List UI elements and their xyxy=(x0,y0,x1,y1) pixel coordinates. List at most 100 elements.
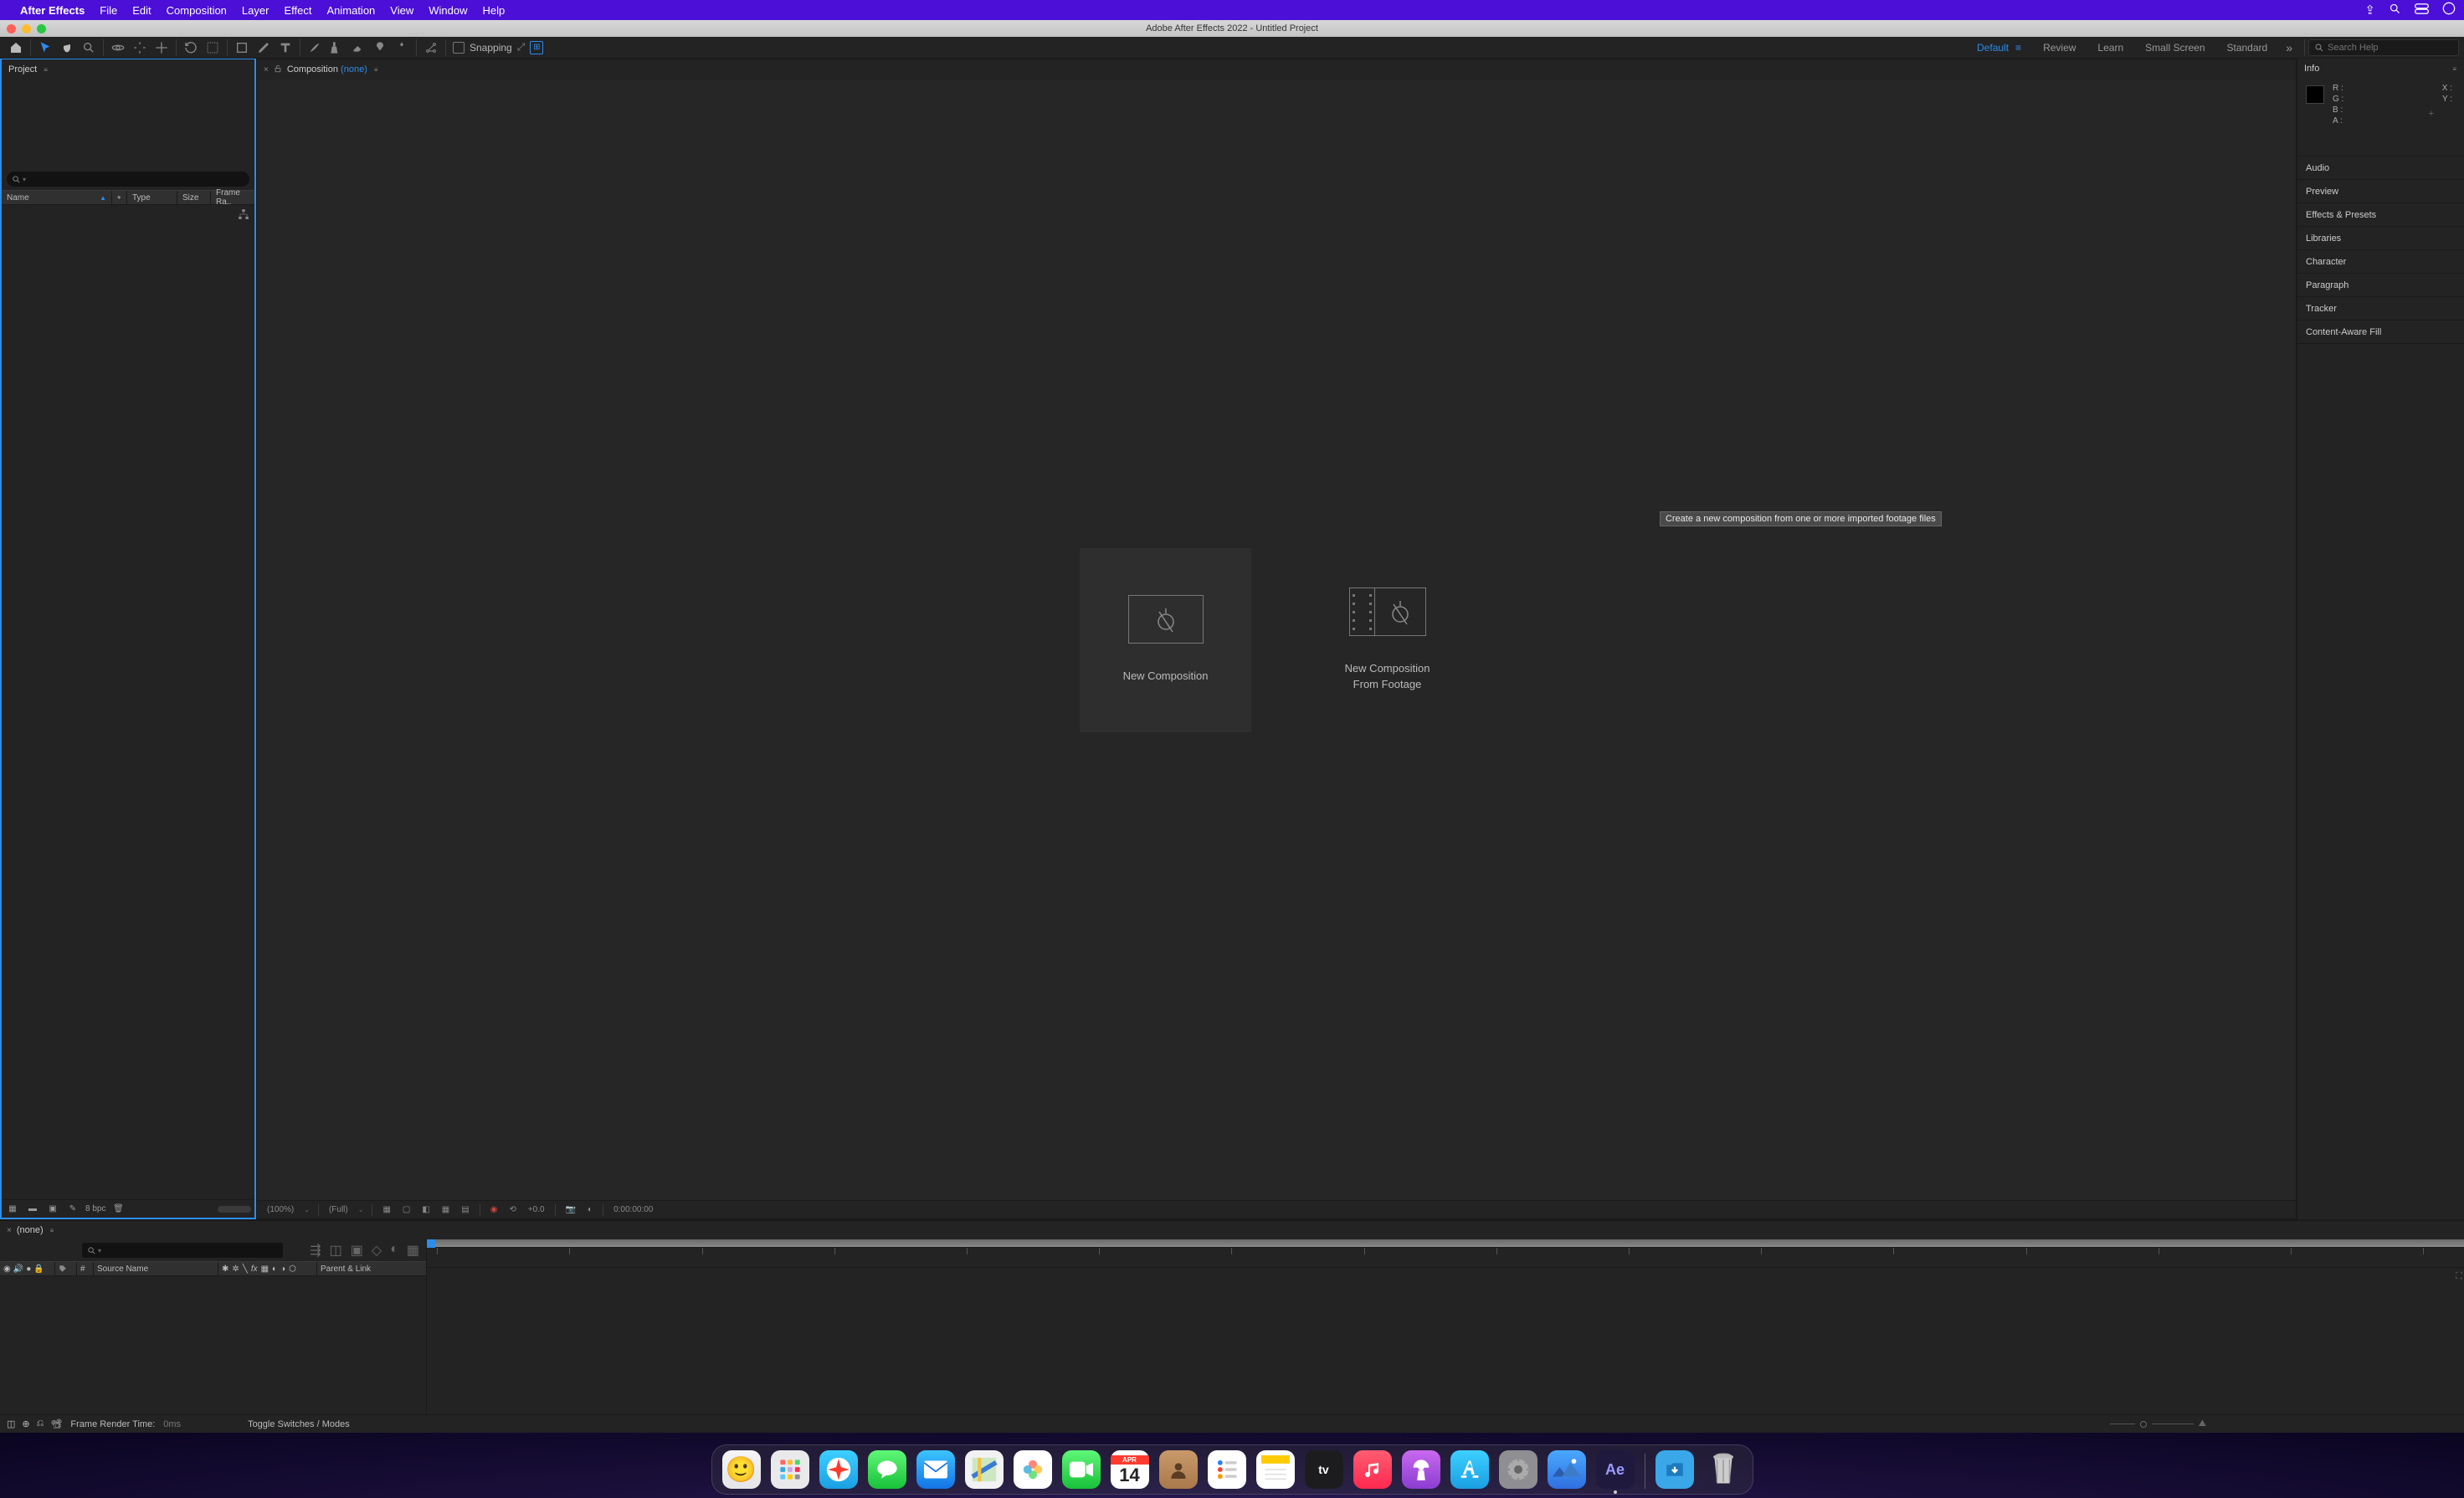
dock-podcasts[interactable] xyxy=(1402,1450,1440,1489)
dock-reminders[interactable] xyxy=(1208,1450,1246,1489)
menu-window[interactable]: Window xyxy=(429,4,467,17)
orbit-tool[interactable] xyxy=(107,38,129,58)
col-framerate[interactable]: Frame Ra.. xyxy=(211,191,254,204)
info-panel-title[interactable]: Info xyxy=(2304,64,2319,74)
timeline-search[interactable]: ▾ xyxy=(82,1243,283,1258)
tf-icon-1[interactable]: ◫ xyxy=(7,1418,15,1429)
menu-animation[interactable]: Animation xyxy=(326,4,375,17)
sw-frameblend-icon[interactable]: ▦ xyxy=(261,1265,269,1274)
sw-adjustment-icon[interactable]: ◑ xyxy=(280,1265,285,1274)
app-menu-name[interactable]: After Effects xyxy=(20,4,85,17)
project-search[interactable]: ▾ xyxy=(7,172,249,187)
tf-icon-4[interactable]: 📽 xyxy=(50,1418,62,1429)
menu-layer[interactable]: Layer xyxy=(242,4,270,17)
menu-file[interactable]: File xyxy=(100,4,117,17)
timeline-tab-none[interactable]: (none) xyxy=(17,1225,44,1235)
eraser-tool[interactable] xyxy=(347,38,369,58)
zoom-level[interactable]: (100%) xyxy=(265,1205,295,1214)
new-comp-icon[interactable]: ▣ xyxy=(45,1204,60,1213)
dock-launchpad[interactable] xyxy=(771,1450,809,1489)
info-panel-menu-icon[interactable]: ≡ xyxy=(2452,65,2457,73)
workspace-default[interactable]: Default xyxy=(1977,42,2009,54)
timeline-panel-menu-icon[interactable]: ≡ xyxy=(50,1227,54,1234)
siri-icon[interactable] xyxy=(2442,2,2456,18)
grid-icon[interactable]: ▦ xyxy=(440,1205,451,1214)
roto-tool[interactable] xyxy=(369,38,391,58)
search-help-input[interactable] xyxy=(2328,43,2453,53)
delete-icon[interactable]: 🗑 xyxy=(110,1204,126,1213)
shy-icon[interactable]: ▣ xyxy=(351,1242,363,1259)
rotation-tool[interactable] xyxy=(129,38,151,58)
project-scrollbar[interactable] xyxy=(218,1206,251,1213)
search-dropdown-icon[interactable]: ▾ xyxy=(23,176,26,183)
comp-panel-menu-icon[interactable]: ≡ xyxy=(374,66,379,74)
dock-after-effects[interactable]: Ae xyxy=(1596,1450,1635,1489)
new-composition-card[interactable]: New Composition xyxy=(1080,548,1251,732)
parent-link-col[interactable]: Parent & Link xyxy=(317,1262,426,1275)
window-close[interactable] xyxy=(7,24,16,33)
control-center-icon[interactable] xyxy=(2415,3,2429,18)
status-upload-icon[interactable]: ⇪ xyxy=(2364,3,2375,18)
search-dropdown-icon[interactable]: ▾ xyxy=(98,1247,101,1254)
workspace-default-menu-icon[interactable]: ≡ xyxy=(2015,42,2021,54)
audio-switch-icon[interactable]: 🔊 xyxy=(13,1265,23,1274)
dock-finder[interactable]: 🙂 xyxy=(722,1450,761,1489)
col-type[interactable]: Type xyxy=(127,191,177,204)
tf-icon-2[interactable]: ⊕ xyxy=(22,1418,29,1429)
selection-tool[interactable] xyxy=(34,38,56,58)
spotlight-icon[interactable] xyxy=(2389,3,2401,18)
toggle-switches-modes[interactable]: Toggle Switches / Modes xyxy=(248,1419,350,1429)
dock-appletv[interactable]: tv xyxy=(1305,1450,1343,1489)
preview-panel[interactable]: Preview xyxy=(2297,179,2464,203)
workspace-overflow-icon[interactable]: » xyxy=(2286,41,2292,54)
index-col[interactable]: # xyxy=(77,1262,94,1275)
project-panel-title[interactable]: Project xyxy=(8,64,37,74)
effects-presets-panel[interactable]: Effects & Presets xyxy=(2297,203,2464,226)
dock-notes[interactable] xyxy=(1256,1450,1295,1489)
interpret-footage-icon[interactable]: ▦ xyxy=(5,1204,20,1213)
zoom-tool[interactable] xyxy=(78,38,100,58)
workspace-learn[interactable]: Learn xyxy=(2097,42,2123,54)
dock-trash[interactable] xyxy=(1704,1450,1743,1489)
reset-exposure-icon[interactable]: ⟲ xyxy=(507,1205,517,1214)
graph-editor-icon[interactable]: ▦ xyxy=(407,1242,419,1259)
solo-switch-icon[interactable]: ● xyxy=(26,1265,31,1274)
comp-tab-close-icon[interactable]: × xyxy=(264,65,269,74)
comp-tab-none[interactable]: (none) xyxy=(341,64,367,74)
new-adjustment-icon[interactable]: ✎ xyxy=(65,1204,80,1213)
sw-shy-icon[interactable]: ✱ xyxy=(222,1265,228,1274)
snapping-checkbox[interactable] xyxy=(453,42,465,54)
home-tool[interactable] xyxy=(5,38,27,58)
col-size[interactable]: Size xyxy=(177,191,211,204)
timeline-track-area[interactable] xyxy=(427,1268,2464,1414)
character-panel[interactable]: Character xyxy=(2297,249,2464,273)
menu-edit[interactable]: Edit xyxy=(132,4,151,17)
snap-option-1-icon[interactable]: ⤢ xyxy=(517,41,526,54)
snap-option-2-icon[interactable]: ⊞ xyxy=(530,41,543,54)
playhead[interactable] xyxy=(427,1239,435,1248)
source-name-col[interactable]: Source Name xyxy=(94,1262,218,1275)
col-label-icon[interactable] xyxy=(112,191,127,204)
shape-tool[interactable] xyxy=(231,38,253,58)
col-name[interactable]: Name ▲ xyxy=(2,191,112,204)
hand-tool[interactable] xyxy=(56,38,78,58)
dock-safari[interactable] xyxy=(819,1450,858,1489)
sw-collapse-icon[interactable]: ✲ xyxy=(232,1265,239,1274)
sw-quality-icon[interactable]: ╲ xyxy=(243,1265,248,1274)
current-time[interactable]: 0:00:00:00 xyxy=(612,1205,654,1214)
comp-tab-lock-icon[interactable] xyxy=(274,64,282,75)
motion-blur-icon[interactable]: ◐ xyxy=(390,1242,398,1259)
zoom-dropdown-icon[interactable]: ⌄ xyxy=(304,1206,310,1213)
dock-contacts[interactable] xyxy=(1159,1450,1198,1489)
dock-appstore[interactable] xyxy=(1450,1450,1489,1489)
dock-music[interactable] xyxy=(1353,1450,1392,1489)
libraries-panel[interactable]: Libraries xyxy=(2297,226,2464,249)
menu-help[interactable]: Help xyxy=(482,4,505,17)
roi-icon[interactable]: ◧ xyxy=(420,1205,431,1214)
mask-tool[interactable] xyxy=(202,38,223,58)
channel-icon[interactable]: ◉ xyxy=(489,1205,500,1214)
dock-calendar[interactable]: APR 14 xyxy=(1111,1450,1149,1489)
new-comp-from-footage-card[interactable]: New Composition From Footage xyxy=(1301,548,1473,732)
anchor-tool[interactable] xyxy=(151,38,172,58)
timeline-zoom-slider[interactable]: ⛰ xyxy=(2110,1418,2206,1429)
